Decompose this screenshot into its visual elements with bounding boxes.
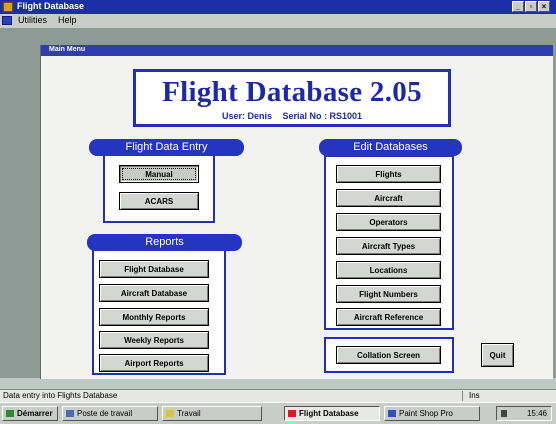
windows-logo-icon [6,410,14,417]
report-aircraft-database-button[interactable]: Aircraft Database [99,284,209,302]
flight-data-entry-group [103,153,215,223]
document-icon[interactable] [2,16,12,25]
manual-button[interactable]: Manual [119,165,199,183]
status-message: Data entry into Flights Database [3,391,118,400]
taskbar: Démarrer Poste de travail Travail Flight… [0,402,556,424]
taskbar-item-label: Paint Shop Pro [399,409,453,418]
window-controls: _ ▫ × [512,1,550,12]
app-icon [288,410,296,417]
taskbar-item-label: Flight Database [299,409,359,418]
folder-icon [166,410,174,417]
edit-aircraft-reference-button[interactable]: Aircraft Reference [336,308,441,326]
status-bar: Data entry into Flights Database Ins [0,389,556,402]
taskbar-item-label: Poste de travail [77,409,133,418]
start-label: Démarrer [17,409,53,418]
main-menu-window: Main Menu Flight Database 2.05 User: Den… [40,45,553,379]
app-title: Flight Database [17,1,85,11]
clock[interactable]: 15:46 [527,407,547,420]
user-info: User: Denis Serial No : RS1001 [136,111,448,121]
close-button[interactable]: × [538,1,550,12]
menu-help[interactable]: Help [58,15,77,25]
report-weekly-button[interactable]: Weekly Reports [99,331,209,349]
acars-button[interactable]: ACARS [119,192,199,210]
edit-flight-numbers-button[interactable]: Flight Numbers [336,285,441,303]
edit-aircraft-button[interactable]: Aircraft [336,189,441,207]
report-monthly-button[interactable]: Monthly Reports [99,308,209,326]
system-tray: 15:46 [496,406,552,421]
edit-flights-button[interactable]: Flights [336,165,441,183]
insert-mode-indicator: Ins [462,391,480,401]
taskbar-item-label: Travail [177,409,201,418]
start-button[interactable]: Démarrer [2,406,58,421]
report-flight-database-button[interactable]: Flight Database [99,260,209,278]
edit-databases-heading: Edit Databases [319,139,462,156]
user-label: User: Denis [221,111,272,121]
taskbar-item-travail[interactable]: Travail [162,406,262,421]
collation-screen-button[interactable]: Collation Screen [336,346,441,364]
menu-utilities[interactable]: Utilities [18,15,47,25]
taskbar-item-poste-de-travail[interactable]: Poste de travail [62,406,158,421]
report-airport-button[interactable]: Airport Reports [99,354,209,372]
computer-icon [66,410,74,417]
paint-icon [388,410,396,417]
reports-heading: Reports [87,234,242,251]
taskbar-item-paint-shop-pro[interactable]: Paint Shop Pro [384,406,480,421]
flight-data-entry-heading: Flight Data Entry [89,139,244,156]
edit-locations-button[interactable]: Locations [336,261,441,279]
quit-button[interactable]: Quit [481,343,514,367]
app-icon [3,2,13,12]
menu-bar: Utilities Help [0,14,556,28]
inner-title: Main Menu [49,46,86,53]
restore-button[interactable]: ▫ [525,1,537,12]
app-title-bar: Flight Database _ ▫ × [0,0,556,14]
edit-operators-button[interactable]: Operators [336,213,441,231]
edit-aircraft-types-button[interactable]: Aircraft Types [336,237,441,255]
page-title: Flight Database 2.05 [162,76,422,108]
speaker-icon[interactable] [501,410,507,417]
minimize-button[interactable]: _ [512,1,524,12]
inner-title-bar: Main Menu [41,45,553,56]
serial-label: Serial No : RS1001 [282,111,363,121]
taskbar-item-flight-database[interactable]: Flight Database [284,406,380,421]
header-panel: Flight Database 2.05 User: Denis Serial … [133,69,451,127]
